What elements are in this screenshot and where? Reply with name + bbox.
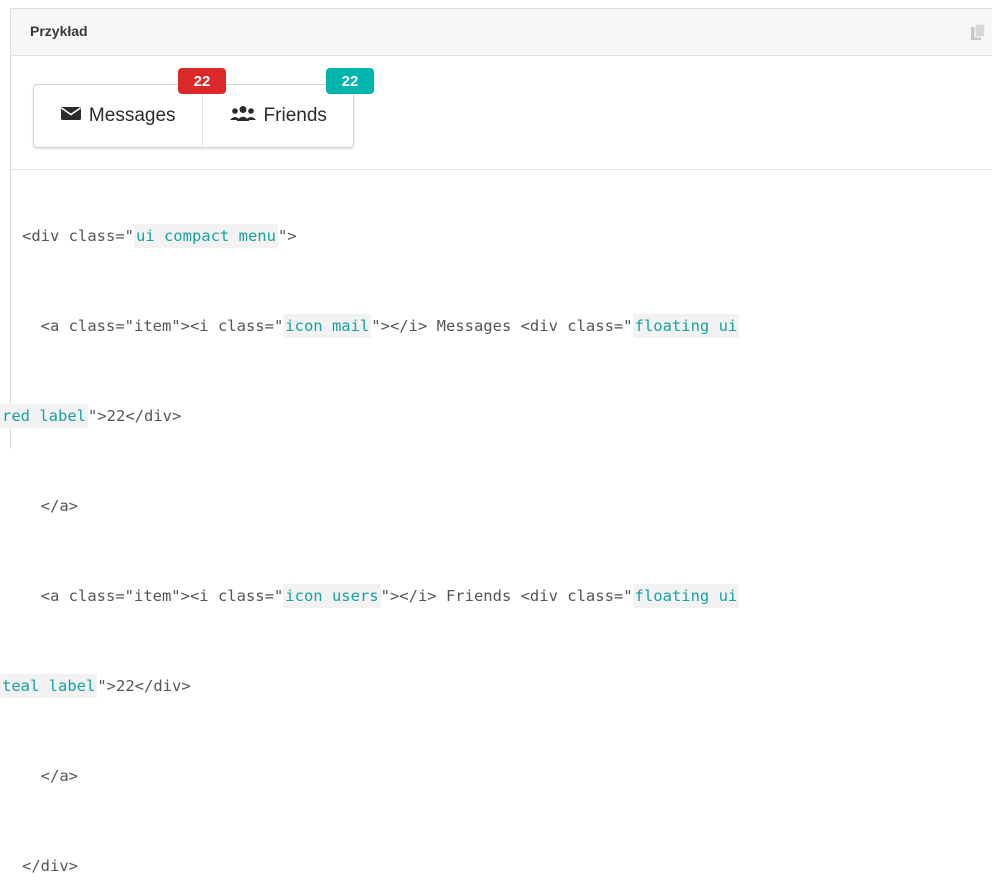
code-line: </a> bbox=[22, 497, 78, 515]
floating-badge-messages: 22 bbox=[178, 68, 226, 94]
menu-item-label: Friends bbox=[263, 105, 327, 126]
code-block: <div class=" ui compact menu "> <a class="… bbox=[0, 161, 982, 896]
code-text: "></i> Messages <div class=" bbox=[371, 317, 633, 335]
menu-item-friends[interactable]: Friends bbox=[203, 85, 353, 147]
code-line: red label ">22</div> bbox=[0, 401, 982, 431]
code-text: <div class=" bbox=[22, 227, 134, 245]
code-attr-value: floating ui bbox=[632, 314, 740, 338]
panel-title: Przykład bbox=[30, 23, 88, 39]
code-attr-value: floating ui bbox=[632, 584, 740, 608]
code-text: "> bbox=[277, 227, 297, 245]
menu-item-messages[interactable]: Messages bbox=[34, 85, 204, 147]
code-attr-value: teal label bbox=[0, 674, 98, 698]
code-text: <a class="item"><i class=" bbox=[22, 317, 284, 335]
code-attr-value: red label bbox=[0, 404, 88, 428]
code-line: <div class=" ui compact menu "> bbox=[22, 221, 982, 251]
code-attr-value: ui compact menu bbox=[133, 224, 278, 248]
example-preview: Messages Friends 22 22 bbox=[11, 56, 992, 170]
code-line: </div> bbox=[22, 857, 78, 875]
copy-icon[interactable] bbox=[970, 23, 986, 41]
code-text: ">22</div> bbox=[97, 677, 191, 695]
floating-badge-friends: 22 bbox=[326, 68, 374, 94]
code-text: "></i> Friends <div class=" bbox=[380, 587, 633, 605]
code-line: </a> bbox=[22, 767, 78, 785]
compact-menu: Messages Friends 22 22 bbox=[33, 68, 374, 148]
panel-header: Przykład bbox=[11, 9, 992, 56]
menu-item-label: Messages bbox=[88, 105, 176, 126]
code-attr-value: icon users bbox=[283, 584, 381, 608]
code-line: teal label ">22</div> bbox=[0, 671, 982, 701]
code-line: <a class="item"><i class=" icon users "></… bbox=[22, 581, 982, 611]
code-line: <a class="item"><i class=" icon mail "></i… bbox=[22, 311, 982, 341]
users-icon bbox=[229, 105, 264, 127]
code-text: <a class="item"><i class=" bbox=[22, 587, 284, 605]
mail-icon bbox=[60, 105, 89, 127]
code-text: ">22</div> bbox=[88, 407, 182, 425]
code-attr-value: icon mail bbox=[283, 314, 372, 338]
